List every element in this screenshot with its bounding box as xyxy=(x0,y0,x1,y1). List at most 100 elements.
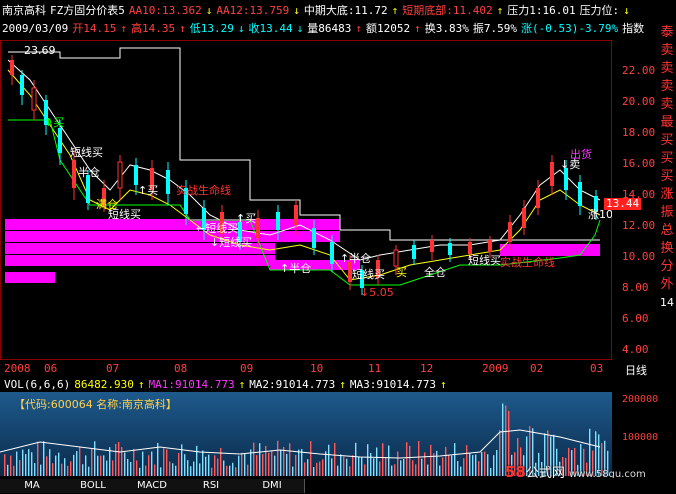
volume-bar xyxy=(43,441,45,476)
volume-bar xyxy=(271,450,273,476)
volume-bar xyxy=(292,466,294,476)
indicator-tabs: MA BOLL MACD RSI DMI xyxy=(0,478,676,494)
price-axis: 22.00 20.00 18.00 16.00 14.00 12.00 10.0… xyxy=(612,40,658,360)
volume-bar xyxy=(496,450,498,476)
volume-bar xyxy=(211,467,213,476)
volume-bar xyxy=(235,467,237,476)
side-menu-item[interactable]: 买 xyxy=(658,132,676,150)
volume-bar xyxy=(322,459,324,476)
side-menu-item[interactable]: 换 xyxy=(658,240,676,258)
volume-bar xyxy=(205,456,207,476)
tab-boll[interactable]: BOLL xyxy=(64,479,123,493)
volume-bar xyxy=(94,441,96,476)
side-menu-item[interactable]: 买 xyxy=(658,168,676,186)
volume-bar xyxy=(475,454,477,476)
volume-bar xyxy=(301,449,303,476)
volume-bar xyxy=(58,452,60,476)
tab-rsi[interactable]: RSI xyxy=(182,479,241,493)
volume-bar xyxy=(304,462,306,476)
volume-bar xyxy=(100,455,102,476)
side-menu-item[interactable]: 卖 xyxy=(658,78,676,96)
volume-bar xyxy=(154,464,156,476)
volume-bar xyxy=(16,451,18,476)
tab-macd[interactable]: MACD xyxy=(122,479,183,493)
volume-bar xyxy=(91,448,93,476)
volume-bar xyxy=(445,446,447,476)
side-menu-item[interactable]: 分 xyxy=(658,258,676,276)
ma2-value: MA2:91014.773 xyxy=(249,378,336,391)
volume-bar xyxy=(307,459,309,476)
volume-bar xyxy=(436,450,438,476)
volume-bar xyxy=(331,458,333,476)
side-menu-item[interactable]: 涨 xyxy=(658,186,676,204)
volume-bar xyxy=(424,452,426,476)
volume-bar xyxy=(97,455,99,476)
side-menu-item[interactable]: 卖 xyxy=(658,42,676,60)
side-menu-item[interactable]: 振 xyxy=(658,204,676,222)
volume-bar xyxy=(229,465,231,476)
volume-header: VOL(6,6,6) 86482.930 ↑ MA1:91014.773 ↑ MA2:91… xyxy=(4,378,451,392)
formula-name[interactable]: FZ方固分价表5 xyxy=(50,2,125,18)
volume-bar xyxy=(361,457,363,476)
volume-bar xyxy=(160,467,162,476)
volume-bar xyxy=(196,445,198,476)
y-tick: 16.00 xyxy=(622,157,656,170)
annotation: ↑半仓 xyxy=(280,261,311,275)
volume-bar xyxy=(19,460,21,476)
volume-bar xyxy=(412,460,414,476)
side-menu-item[interactable]: 泰 xyxy=(658,24,676,42)
volume-bar xyxy=(481,452,483,476)
tab-dmi[interactable]: DMI xyxy=(240,479,305,493)
volume-bar xyxy=(247,464,249,476)
tab-ma[interactable]: MA xyxy=(0,479,65,493)
volume-bar xyxy=(241,452,243,476)
annotation: ←短线买 xyxy=(196,221,238,235)
volume-bar xyxy=(286,453,288,476)
volume-bar xyxy=(238,455,240,476)
y-tick: 4.00 xyxy=(622,343,649,356)
period-mode-label[interactable]: 日线 xyxy=(625,362,647,378)
volume-bar xyxy=(52,463,54,476)
volume-bar xyxy=(265,445,267,476)
high-value: 高14.35 xyxy=(130,22,176,35)
volume-bar xyxy=(226,465,228,476)
side-menu-item[interactable]: 外 xyxy=(658,276,676,294)
volume-bar xyxy=(454,443,456,476)
volume-bar xyxy=(142,451,144,476)
annotation: 实战生命线 xyxy=(500,255,555,269)
volume-bar xyxy=(118,442,120,476)
volume-bar xyxy=(313,467,315,476)
volume-bar xyxy=(130,461,132,476)
side-menu-item[interactable]: 最 xyxy=(658,114,676,132)
volume-bar xyxy=(358,456,360,476)
volume-bar xyxy=(346,458,348,476)
band xyxy=(5,231,340,242)
y-tick: 18.00 xyxy=(622,126,656,139)
volume-bar xyxy=(79,446,81,476)
side-menu-item[interactable]: 总 xyxy=(658,222,676,240)
side-menu: 泰 卖 卖 卖 卖 最 买 买 买 涨 振 总 换 分 外 14 xyxy=(658,0,676,378)
volume-bar xyxy=(202,450,204,476)
volume-bar xyxy=(463,458,465,476)
candlestick-chart[interactable]: 23.69 ↑买 短线买 半仓 满仓 短线买 ↑买 ←短线买 ↓短线买 实战生命… xyxy=(0,40,612,360)
volume-bar xyxy=(13,465,15,476)
volume-bar xyxy=(67,465,69,476)
volume-bar xyxy=(469,452,471,476)
volume-bar xyxy=(256,455,258,476)
top-price-label: 23.69 xyxy=(24,44,56,57)
volume-bar xyxy=(298,449,300,476)
side-menu-item[interactable]: 卖 xyxy=(658,60,676,78)
band xyxy=(5,255,275,266)
volume-bar xyxy=(466,445,468,476)
index-label[interactable]: 指数 xyxy=(622,20,644,36)
y-tick: 22.00 xyxy=(622,64,656,77)
volume-bar xyxy=(484,451,486,476)
side-menu-item[interactable]: 卖 xyxy=(658,96,676,114)
date-label: 09 xyxy=(240,362,254,375)
volume-bar xyxy=(430,444,432,476)
side-menu-item[interactable]: 买 xyxy=(658,150,676,168)
volume-bar xyxy=(409,445,411,476)
volume-bar xyxy=(157,442,159,476)
volume-bar xyxy=(184,454,186,476)
ma2-arrow-icon: ↑ xyxy=(339,378,346,391)
